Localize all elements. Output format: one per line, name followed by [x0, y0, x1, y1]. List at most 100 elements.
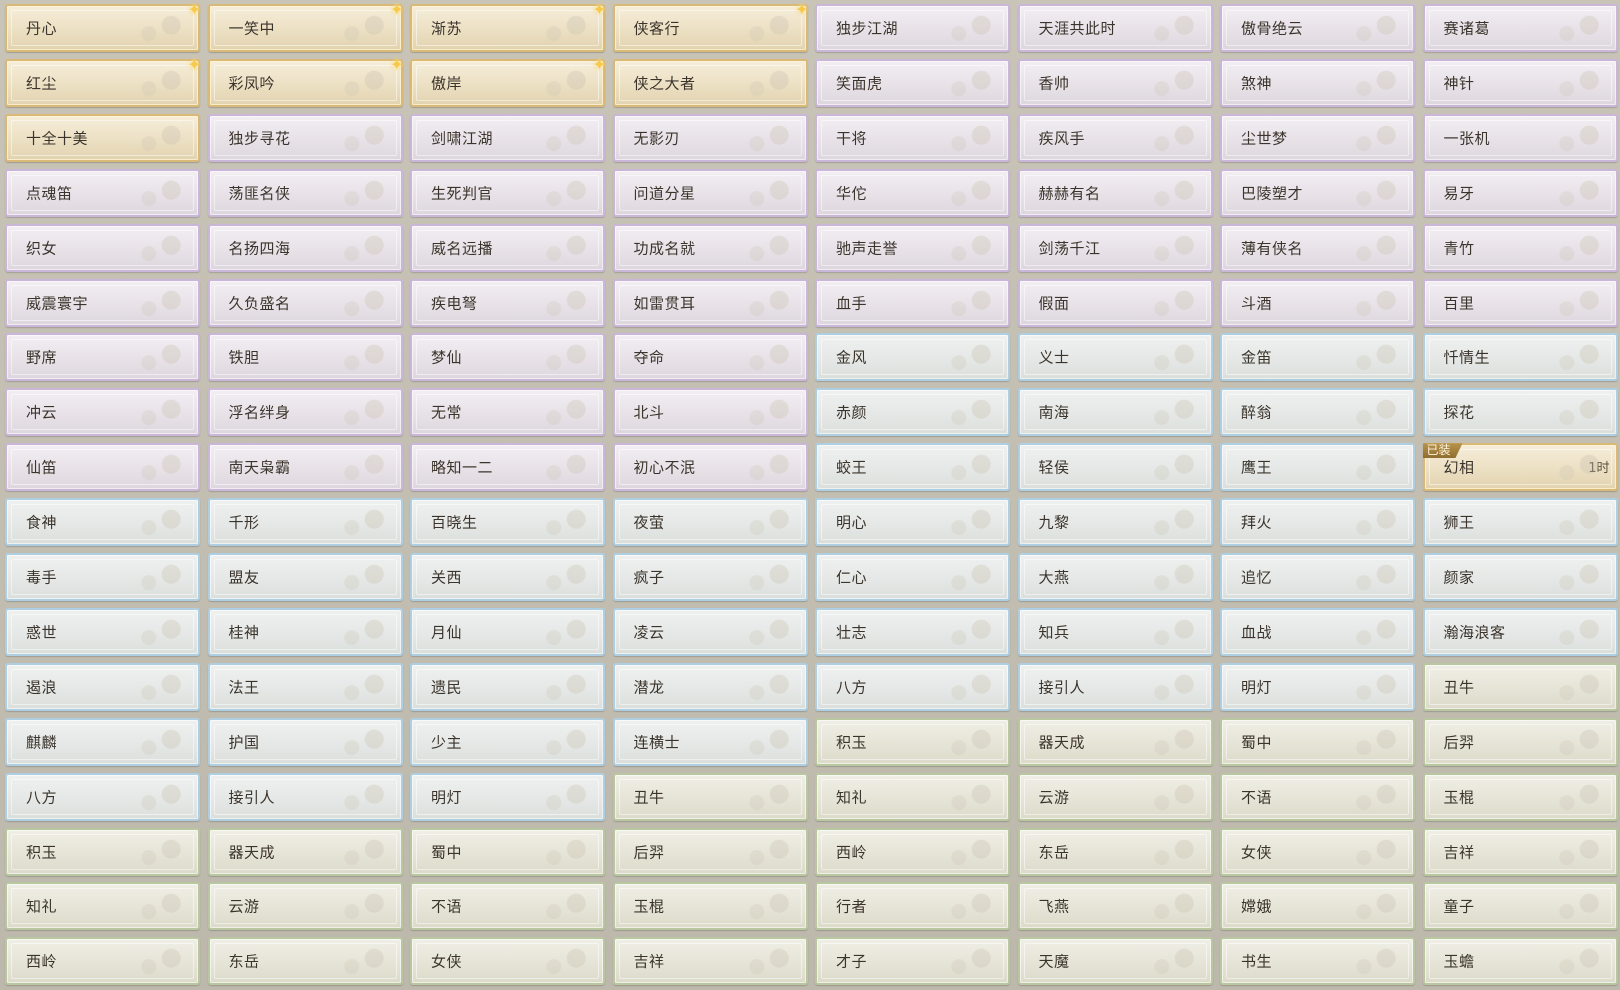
- title-tile[interactable]: 仁心: [815, 553, 1010, 601]
- title-tile[interactable]: 无影刃: [612, 113, 808, 162]
- title-tile[interactable]: 接引人: [1017, 662, 1213, 711]
- title-tile[interactable]: 食神: [5, 498, 200, 547]
- title-tile[interactable]: 独步寻花: [207, 113, 403, 162]
- title-tile[interactable]: 凌云: [612, 607, 808, 656]
- title-tile[interactable]: 无常: [410, 388, 605, 437]
- title-tile[interactable]: 明灯: [1220, 662, 1415, 711]
- title-tile[interactable]: 接引人: [207, 772, 403, 821]
- title-tile[interactable]: 后羿: [612, 827, 808, 876]
- title-tile[interactable]: 狮王: [1422, 498, 1618, 547]
- title-tile[interactable]: 西岭: [5, 937, 200, 986]
- title-tile[interactable]: 八方: [5, 772, 200, 821]
- title-tile[interactable]: 醉翁: [1220, 388, 1415, 437]
- title-tile[interactable]: 威震寰宇: [5, 278, 200, 327]
- title-tile[interactable]: 玉棍: [612, 882, 808, 931]
- title-tile[interactable]: 假面: [1017, 278, 1213, 327]
- title-tile[interactable]: 煞神: [1220, 58, 1415, 107]
- title-tile[interactable]: 蛟王: [815, 443, 1010, 492]
- title-tile[interactable]: 剑荡千江: [1017, 223, 1213, 272]
- title-tile[interactable]: 荡匪名侠: [207, 168, 403, 217]
- title-tile[interactable]: 侠之大者: [612, 58, 808, 107]
- title-tile[interactable]: 夜萤: [612, 498, 808, 547]
- title-tile[interactable]: 赫赫有名: [1017, 168, 1213, 217]
- title-tile[interactable]: 如雷贯耳: [612, 278, 808, 327]
- title-tile[interactable]: 血手: [815, 278, 1010, 327]
- title-tile[interactable]: 连横士: [612, 717, 808, 766]
- title-tile[interactable]: 大燕: [1017, 553, 1213, 601]
- title-tile[interactable]: 飞燕: [1017, 882, 1213, 931]
- title-tile[interactable]: 十全十美: [5, 113, 200, 162]
- title-tile[interactable]: 才子: [815, 937, 1010, 986]
- title-tile[interactable]: 铁胆: [207, 333, 403, 382]
- title-tile[interactable]: 梦仙: [410, 333, 605, 382]
- title-tile[interactable]: 东岳: [207, 937, 403, 986]
- title-tile[interactable]: 巴陵塑才: [1220, 168, 1415, 217]
- title-tile[interactable]: 玉棍: [1422, 772, 1618, 821]
- title-tile[interactable]: 幻相 已装 1时: [1422, 443, 1618, 492]
- title-tile[interactable]: 颜家: [1422, 553, 1618, 601]
- title-tile[interactable]: 夺命: [612, 333, 808, 382]
- title-tile[interactable]: 拜火: [1220, 498, 1415, 547]
- title-tile[interactable]: 月仙: [410, 607, 605, 656]
- title-tile[interactable]: 香帅: [1017, 58, 1213, 107]
- title-tile[interactable]: 器天成: [207, 827, 403, 876]
- title-tile[interactable]: 干将: [815, 113, 1010, 162]
- title-tile[interactable]: 行者: [815, 882, 1010, 931]
- title-tile[interactable]: 血战: [1220, 607, 1415, 656]
- title-tile[interactable]: 盟友: [207, 553, 403, 601]
- title-tile[interactable]: 彩凤吟 ✦: [207, 56, 404, 107]
- title-tile[interactable]: 华佗: [815, 168, 1010, 217]
- title-tile[interactable]: 毒手: [5, 553, 200, 601]
- title-tile[interactable]: 书生: [1220, 937, 1415, 986]
- title-tile[interactable]: 瀚海浪客: [1422, 607, 1618, 656]
- title-tile[interactable]: 忏情生: [1422, 333, 1618, 382]
- title-tile[interactable]: 丹心 ✦: [5, 2, 201, 52]
- title-tile[interactable]: 知礼: [5, 882, 200, 931]
- title-tile[interactable]: 侠客行 ✦: [612, 2, 809, 52]
- title-tile[interactable]: 遏浪: [5, 662, 200, 711]
- title-tile[interactable]: 赛诸葛: [1422, 4, 1618, 52]
- title-tile[interactable]: 玉蟾: [1422, 937, 1618, 986]
- title-tile[interactable]: 蜀中: [1220, 717, 1415, 766]
- title-tile[interactable]: 鹰王: [1220, 443, 1415, 492]
- title-tile[interactable]: 女侠: [1220, 827, 1415, 876]
- title-tile[interactable]: 剑啸江湖: [410, 113, 605, 162]
- title-tile[interactable]: 仙笛: [5, 443, 200, 492]
- title-tile[interactable]: 渐苏 ✦: [410, 2, 606, 52]
- title-tile[interactable]: 疯子: [612, 553, 808, 601]
- title-tile[interactable]: 少主: [410, 717, 605, 766]
- title-tile[interactable]: 遗民: [410, 662, 605, 711]
- title-tile[interactable]: 织女: [5, 223, 200, 272]
- title-tile[interactable]: 神针: [1422, 58, 1618, 107]
- title-tile[interactable]: 天涯共此时: [1017, 4, 1213, 52]
- title-tile[interactable]: 潜龙: [612, 662, 808, 711]
- title-tile[interactable]: 金风: [815, 333, 1010, 382]
- title-tile[interactable]: 薄有侠名: [1220, 223, 1415, 272]
- title-tile[interactable]: 追忆: [1220, 553, 1415, 601]
- title-tile[interactable]: 探花: [1422, 388, 1618, 437]
- title-tile[interactable]: 器天成: [1017, 717, 1213, 766]
- title-tile[interactable]: 一张机: [1422, 113, 1618, 162]
- title-tile[interactable]: 知兵: [1017, 607, 1213, 656]
- title-tile[interactable]: 义士: [1017, 333, 1213, 382]
- title-tile[interactable]: 明心: [815, 498, 1010, 547]
- title-tile[interactable]: 功成名就: [612, 223, 808, 272]
- title-tile[interactable]: 初心不泯: [612, 443, 808, 492]
- title-tile[interactable]: 傲骨绝云: [1220, 4, 1415, 52]
- title-tile[interactable]: 驰声走誉: [815, 223, 1010, 272]
- title-tile[interactable]: 嫦娥: [1220, 882, 1415, 931]
- title-tile[interactable]: 疾风手: [1017, 113, 1213, 162]
- title-tile[interactable]: 云游: [207, 882, 403, 931]
- title-tile[interactable]: 千形: [207, 498, 403, 547]
- title-tile[interactable]: 积玉: [5, 827, 200, 876]
- title-tile[interactable]: 关西: [410, 553, 605, 601]
- title-tile[interactable]: 北斗: [612, 388, 808, 437]
- title-tile[interactable]: 桂神: [207, 607, 403, 656]
- title-tile[interactable]: 护国: [207, 717, 403, 766]
- title-tile[interactable]: 疾电弩: [410, 278, 605, 327]
- title-tile[interactable]: 笑面虎: [815, 58, 1010, 107]
- title-tile[interactable]: 尘世梦: [1220, 113, 1415, 162]
- title-tile[interactable]: 威名远播: [410, 223, 605, 272]
- title-tile[interactable]: 青竹: [1422, 223, 1618, 272]
- title-tile[interactable]: 浮名绊身: [207, 388, 403, 437]
